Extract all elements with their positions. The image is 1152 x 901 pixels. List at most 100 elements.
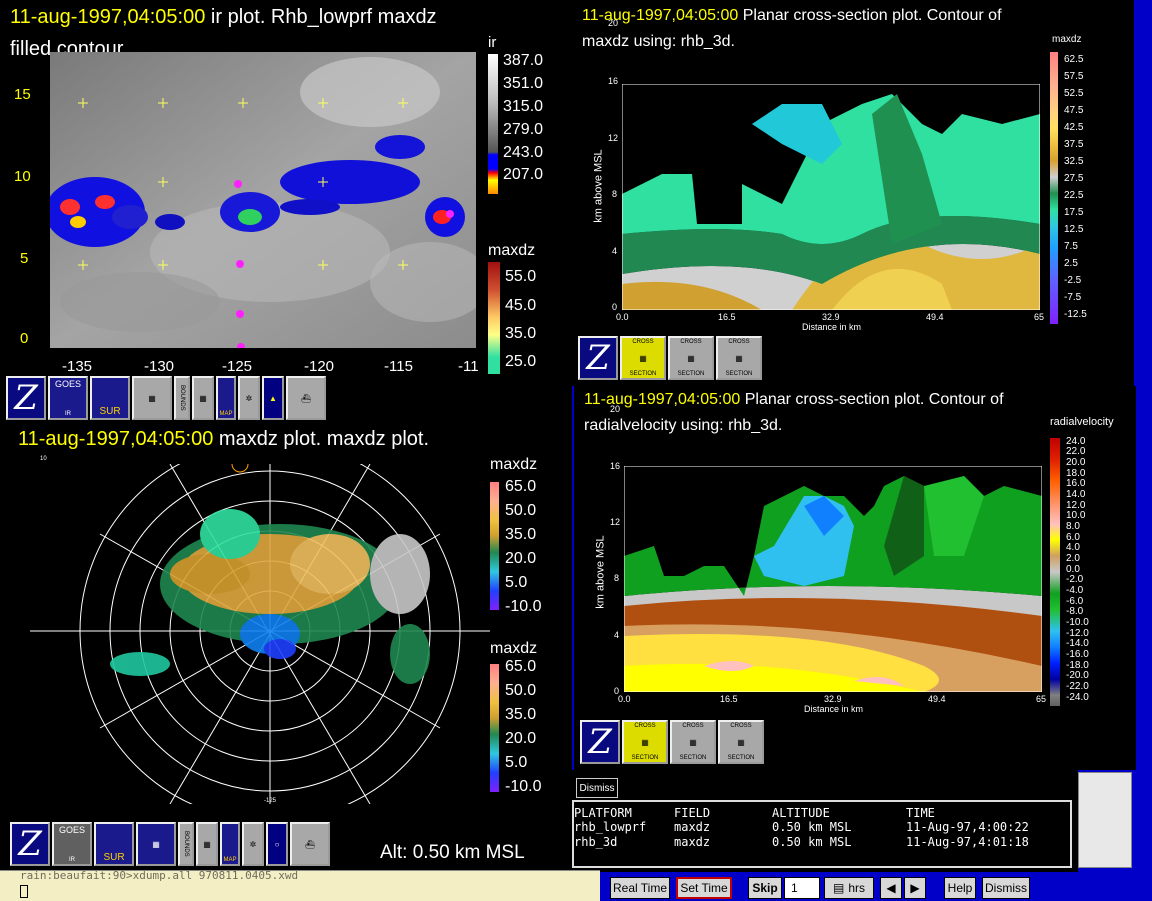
sur-label: SUR xyxy=(103,852,125,863)
ir-title-rest: ir plot. Rhb_lowprf maxdz xyxy=(205,6,437,28)
goes-ir-button[interactable]: GOES IR xyxy=(52,822,92,866)
hrs-label: hrs xyxy=(848,881,865,895)
cross1-title: 11-aug-1997,04:05:00 Planar cross-sectio… xyxy=(582,6,1002,25)
grid-icon[interactable]: ▦ xyxy=(196,822,218,866)
circle-icon[interactable]: ○ xyxy=(266,822,288,866)
cross2-cb-value: -14.0 xyxy=(1066,638,1089,649)
goes-label: GOES xyxy=(54,379,81,389)
cross1-cb-value: 17.5 xyxy=(1064,207,1084,218)
ir-plot-window: 11-aug-1997,04:05:00 ir plot. Rhb_lowprf… xyxy=(0,0,572,424)
grid-radar-button[interactable]: ▦ xyxy=(132,376,172,420)
menu-icon: ▤ xyxy=(832,881,845,895)
cross2-cb-value: 2.0 xyxy=(1066,553,1080,564)
cross2-cb-value: 8.0 xyxy=(1066,521,1080,532)
station-icon[interactable]: ▲ xyxy=(262,376,284,420)
map-button[interactable]: MAP xyxy=(216,376,236,420)
info-cell: 11-Aug-97,4:01:18 xyxy=(906,835,1029,849)
section-label: SECTION xyxy=(631,755,659,761)
cross1-plot[interactable] xyxy=(622,84,1040,310)
sur-label: SUR xyxy=(99,406,121,417)
cross2-cb-value: -22.0 xyxy=(1066,681,1089,692)
cross2-xtick: 49.4 xyxy=(928,694,946,704)
cross2-ytick: 20 xyxy=(610,404,621,414)
hrs-select[interactable]: ▤ hrs xyxy=(824,877,874,899)
cross2-cb-value: -2.0 xyxy=(1066,574,1084,585)
ir-colorbar-title: ir xyxy=(488,34,497,51)
wheel-icon[interactable]: ✲ xyxy=(238,376,260,420)
cross-section-button-3[interactable]: CROSS ▦ SECTION xyxy=(716,336,762,380)
ship-icon[interactable]: ⛴ xyxy=(290,822,330,866)
blank-gray-panel xyxy=(1078,772,1132,868)
zebra-z-button[interactable]: Z xyxy=(578,336,618,380)
cross-section-button[interactable]: CROSS ▦ SECTION xyxy=(620,336,666,380)
cross2-cb-value: 20.0 xyxy=(1066,457,1086,468)
real-time-button[interactable]: Real Time xyxy=(610,877,670,899)
cross1-cb-value: 37.5 xyxy=(1064,139,1084,150)
step-forward-button[interactable]: ▶ xyxy=(904,877,926,899)
terminal-line: rain:beaufait:90>xdump.all 970811.0405.x… xyxy=(20,869,299,882)
zebra-z-button[interactable]: Z xyxy=(580,720,620,764)
bounds-button[interactable]: BOUNDS xyxy=(174,376,190,420)
cross-section-button[interactable]: CROSS ▦ SECTION xyxy=(622,720,668,764)
info-dismiss-button[interactable]: Dismiss xyxy=(576,778,618,798)
cross2-cb-value: 10.0 xyxy=(1066,510,1086,521)
cross2-xtick: 16.5 xyxy=(720,694,738,704)
terminal-strip[interactable]: rain:beaufait:90>xdump.all 970811.0405.x… xyxy=(0,869,600,901)
info-cell: 0.50 km MSL xyxy=(772,820,852,834)
cross-label: CROSS xyxy=(680,339,702,345)
cross1-cb-value: 47.5 xyxy=(1064,105,1084,116)
goes-ir-button[interactable]: GOES IR xyxy=(48,376,88,420)
wheel-icon[interactable]: ✲ xyxy=(242,822,264,866)
radar-colorbar-2 xyxy=(490,664,499,792)
info-row: rhb_3d maxdz 0.50 km MSL 11-Aug-97,4:01:… xyxy=(574,835,1070,850)
dismiss-button[interactable]: Dismiss xyxy=(982,877,1030,899)
cross1-title-line2: maxdz using: rhb_3d. xyxy=(582,33,735,50)
section-label: SECTION xyxy=(679,755,707,761)
cross1-cb-value: 22.5 xyxy=(1064,190,1084,201)
cross1-ytick: 12 xyxy=(608,133,619,143)
ir-ylabel-15: 15 xyxy=(14,86,31,103)
set-time-button[interactable]: Set Time xyxy=(676,877,732,899)
cross1-ytick: 0 xyxy=(612,302,618,312)
radar-cb-value: 65.0 xyxy=(505,478,537,495)
cross-section-button-2[interactable]: CROSS ▦ SECTION xyxy=(670,720,716,764)
cross-section-maxdz-window: 11-aug-1997,04:05:00 Planar cross-sectio… xyxy=(572,0,1134,386)
radar-ppi-plot[interactable] xyxy=(30,464,490,804)
sur-button[interactable]: SUR xyxy=(94,822,134,866)
cross1-xlabel: Distance in km xyxy=(802,322,862,332)
zebra-z-button[interactable]: Z xyxy=(6,376,46,420)
radar-cb-value: -10.0 xyxy=(505,598,542,615)
info-header: FIELD xyxy=(674,806,711,820)
cross-section-button-2[interactable]: CROSS ▦ SECTION xyxy=(668,336,714,380)
ir-satellite-image[interactable] xyxy=(50,52,476,348)
cross1-xtick: 0.0 xyxy=(616,312,629,322)
cross2-plot[interactable] xyxy=(624,466,1042,692)
cross2-cb-value: -24.0 xyxy=(1066,692,1089,703)
skip-value-input[interactable]: 1 xyxy=(784,877,820,899)
zebra-z-button[interactable]: Z xyxy=(10,822,50,866)
ship-icon[interactable]: ⛴ xyxy=(286,376,326,420)
ir-xlabel: -115 xyxy=(384,358,413,375)
step-back-button[interactable]: ◀ xyxy=(880,877,902,899)
grid-icon[interactable]: ▦ xyxy=(192,376,214,420)
cross1-xtick: 32.9 xyxy=(822,312,840,322)
cross1-cb-value: 27.5 xyxy=(1064,173,1084,184)
cross2-title-line2: radialvelocity using: rhb_3d. xyxy=(584,417,783,434)
radar-cb2-value: -10.0 xyxy=(505,778,542,795)
grid-radar-button[interactable]: ▦ xyxy=(136,822,176,866)
cross1-cb-value: -2.5 xyxy=(1064,275,1082,286)
info-cell: 11-Aug-97,4:00:22 xyxy=(906,820,1029,834)
cross-section-button-3[interactable]: CROSS ▦ SECTION xyxy=(718,720,764,764)
bounds-label: BOUNDS xyxy=(179,385,185,411)
cross1-cb-value: 42.5 xyxy=(1064,122,1084,133)
ir-ylabel-0: 0 xyxy=(20,330,29,347)
sur-button[interactable]: SUR xyxy=(90,376,130,420)
cross1-cb-value: 2.5 xyxy=(1064,258,1078,269)
section-label: SECTION xyxy=(677,371,705,377)
cross-label: CROSS xyxy=(728,339,750,345)
map-button[interactable]: MAP xyxy=(220,822,240,866)
radar-cb-title: maxdz xyxy=(490,456,538,473)
bounds-button[interactable]: BOUNDS xyxy=(178,822,194,866)
section-label: SECTION xyxy=(725,371,753,377)
help-button[interactable]: Help xyxy=(944,877,976,899)
